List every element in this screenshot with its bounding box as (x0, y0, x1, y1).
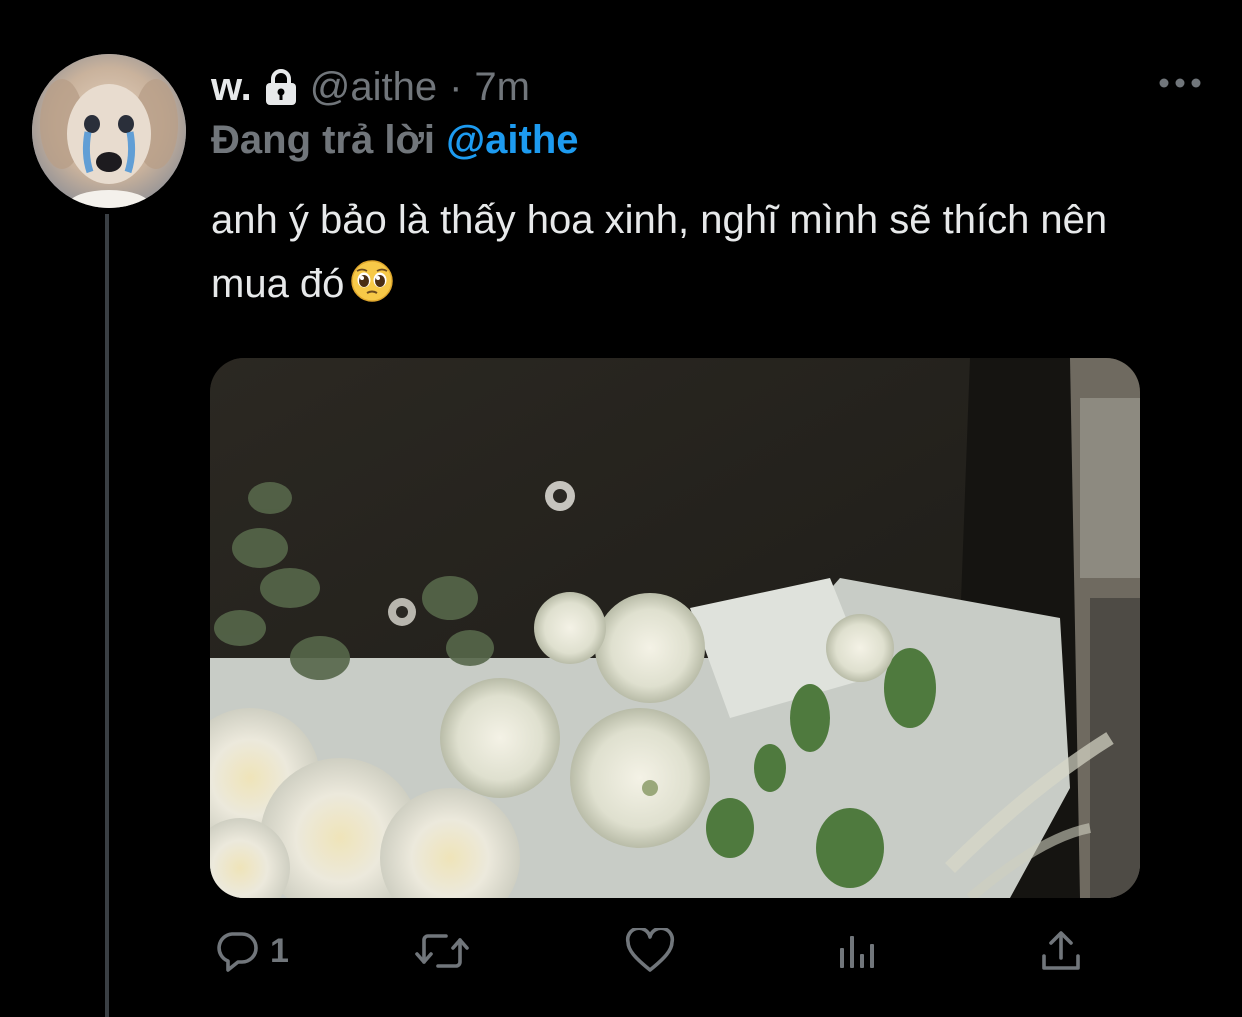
display-name[interactable]: w. (211, 65, 252, 110)
tweet-header: w. @aithe · 7m (211, 62, 530, 112)
avatar[interactable] (32, 54, 186, 208)
retweet-button[interactable] (414, 926, 480, 976)
timestamp[interactable]: 7m (474, 65, 530, 110)
replying-mention[interactable]: @aithe (446, 118, 578, 162)
user-handle[interactable]: @aithe (310, 65, 437, 110)
reply-icon (217, 932, 258, 972)
tweet-photo[interactable] (210, 358, 1140, 898)
like-button[interactable] (625, 926, 685, 976)
analytics-icon (840, 936, 874, 968)
tweet-actions: 1 (0, 926, 1242, 976)
thread-line (105, 214, 109, 1017)
reply-button[interactable]: 1 (214, 926, 289, 976)
heart-icon (625, 928, 675, 972)
avatar-image (32, 54, 186, 208)
replying-prefix: Đang trả lời (211, 118, 436, 162)
replying-to: Đang trả lời @aithe (211, 118, 579, 163)
share-icon (1042, 931, 1080, 970)
separator-dot: · (449, 64, 463, 109)
tweet-text: anh ý bảo là thấy hoa xinh, nghĩ mình sẽ… (211, 188, 1171, 316)
lock-icon (264, 68, 298, 106)
tweet-body: anh ý bảo là thấy hoa xinh, nghĩ mình sẽ… (211, 198, 1108, 306)
reply-count: 1 (270, 931, 289, 970)
more-icon (1159, 78, 1201, 88)
analytics-button[interactable] (834, 926, 880, 976)
retweet-icon (415, 934, 469, 968)
pleading-face-emoji-icon (350, 258, 394, 302)
flower-bouquet-photo (210, 358, 1140, 898)
share-button[interactable] (1038, 926, 1084, 976)
more-button[interactable] (1156, 66, 1204, 100)
